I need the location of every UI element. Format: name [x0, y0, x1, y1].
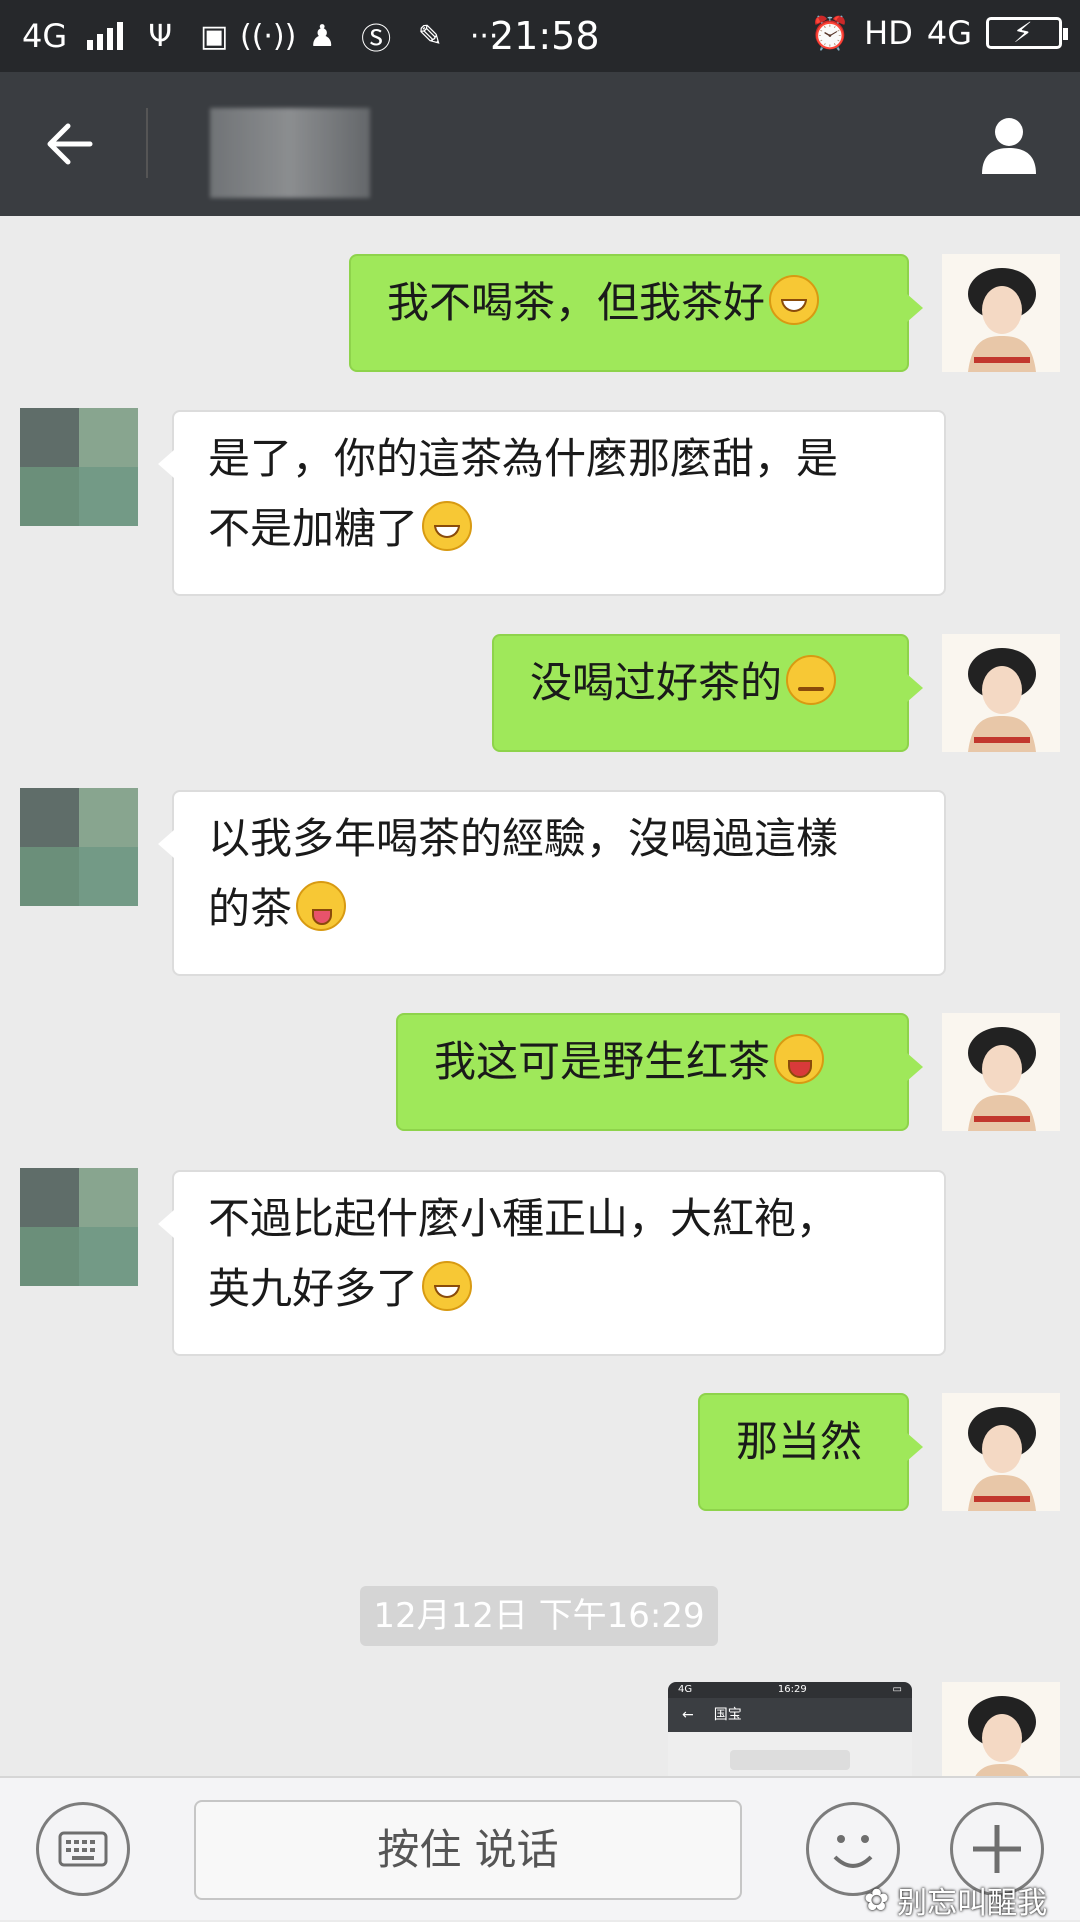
- tongue-emoji-icon: [774, 1034, 825, 1084]
- message-text: 我这可是野生红茶: [434, 1037, 771, 1086]
- contact-avatar-blurred[interactable]: [20, 1168, 138, 1286]
- contact-message-bubble[interactable]: 不過比起什麼小種正山，大紅袍， 英九好多了: [158, 1170, 946, 1356]
- network-type-right: 4G: [926, 14, 972, 52]
- message-text: 我不喝茶，但我茶好: [387, 278, 766, 327]
- network-type: 4G: [22, 17, 68, 55]
- contact-avatar-blurred[interactable]: [20, 408, 138, 526]
- qq-icon: ♟: [308, 18, 336, 54]
- hold-to-talk-button[interactable]: 按住 说话: [194, 1800, 742, 1900]
- message-text: 英九好多了: [208, 1264, 419, 1313]
- usb-debug-icon: ▣: [199, 18, 229, 54]
- header-divider: [146, 108, 148, 178]
- keyboard-icon[interactable]: [36, 1802, 130, 1896]
- thumb-title: 国宝: [713, 1707, 742, 1723]
- grin-emoji-icon: [422, 1261, 473, 1311]
- chat-title-blurred: [210, 108, 370, 198]
- person-icon[interactable]: [974, 110, 1044, 180]
- thumb-status-bar: 4G 16:29 ▭: [668, 1682, 912, 1698]
- alarm-icon: ⏰: [810, 14, 851, 52]
- wink-tongue-emoji-icon: [296, 881, 347, 931]
- contact-avatar-blurred[interactable]: [20, 788, 138, 906]
- my-avatar[interactable]: [942, 1393, 1060, 1511]
- message-text: 是了，你的這茶為什麼那麼甜，是: [208, 434, 839, 483]
- hd-label: HD: [864, 14, 913, 52]
- thumb-time: 16:29: [777, 1684, 807, 1695]
- my-message-bubble[interactable]: 我不喝茶，但我茶好: [349, 254, 923, 372]
- message-text: 不是加糖了: [208, 504, 419, 553]
- message-text: 那当然: [736, 1417, 863, 1466]
- contact-message-bubble[interactable]: 以我多年喝茶的經驗，沒喝過這樣 的茶: [158, 790, 946, 976]
- my-message-bubble[interactable]: 那当然: [698, 1393, 923, 1511]
- timestamp-badge: 12月12日 下午16:29: [360, 1586, 718, 1646]
- s-app-icon: Ⓢ: [361, 22, 392, 57]
- signal-icon: [87, 22, 124, 50]
- contact-message-bubble[interactable]: 是了，你的這茶為什麼那麼甜，是 不是加糖了: [158, 410, 946, 596]
- battery-charging-icon: ⚡: [986, 16, 1068, 49]
- message-text: 没喝过好茶的: [530, 658, 783, 707]
- my-message-bubble[interactable]: 没喝过好茶的: [492, 634, 923, 752]
- wechat-logo-icon: ✿: [864, 1882, 890, 1918]
- thumb-placeholder-line: [730, 1750, 850, 1770]
- usb-icon: Ψ: [148, 18, 172, 54]
- message-text: 不過比起什麼小種正山，大紅袍，: [208, 1194, 839, 1243]
- my-avatar[interactable]: [942, 1013, 1060, 1131]
- my-avatar[interactable]: [942, 634, 1060, 752]
- grin-emoji-icon: [769, 275, 820, 325]
- hotspot-icon: ((·)): [239, 18, 297, 54]
- brush-icon: ✎: [417, 18, 443, 54]
- message-text: 以我多年喝茶的經驗，沒喝過這樣: [208, 814, 839, 863]
- status-bar: 4G Ψ ▣ ((·)) ♟ Ⓢ ✎ ··· 21:58 ⏰ HD 4G ⚡: [0, 0, 1080, 72]
- watermark-text: 别忘叫醒我: [897, 1886, 1048, 1921]
- watermark: ✿ 别忘叫醒我: [864, 1878, 1047, 1922]
- thumb-header: ← 国宝: [668, 1698, 912, 1732]
- thumb-back-icon: ←: [682, 1707, 694, 1723]
- arrow-left-icon[interactable]: [40, 114, 100, 174]
- confused-emoji-icon: [786, 655, 837, 705]
- my-message-bubble[interactable]: 我这可是野生红茶: [396, 1013, 923, 1131]
- clock: 21:58: [490, 14, 600, 58]
- my-avatar[interactable]: [942, 254, 1060, 372]
- message-text: 的茶: [208, 884, 293, 933]
- chat-header: [0, 72, 1080, 216]
- grin-emoji-icon: [422, 501, 473, 551]
